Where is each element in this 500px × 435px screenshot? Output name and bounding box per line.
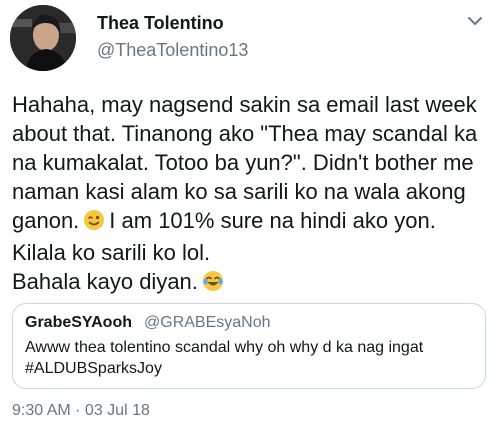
tweet-line-prefix: ganon. [12,208,80,233]
quoted-text: Awww thea tolentino scandal why oh why d… [25,337,423,379]
avatar[interactable] [10,5,76,71]
author-display-name[interactable]: Thea Tolentino [97,13,224,34]
quoted-display-name: GrabeSYAooh [25,314,132,331]
quoted-handle: @GRABEsyaNoh [144,314,271,331]
tweet-line: na kumakalat. Totoo ba yun?". Didn't bot… [12,150,474,175]
tweet-line: about that. Tinanong ako "Thea may scand… [12,121,478,146]
quoted-line: #ALDUBSparksJoy [25,360,162,377]
winking-face-emoji-icon [83,209,105,238]
chevron-down-icon[interactable] [464,10,486,32]
face-with-tears-of-joy-emoji-icon [202,270,224,299]
tweet-line: naman kasi alam ko sa sarili ko na wala … [12,179,466,204]
tweet-text: Hahaha, may nagsend sakin sa email last … [12,90,492,299]
tweet-line: Hahaha, may nagsend sakin sa email last … [12,92,477,117]
quoted-line: Awww thea tolentino scandal why oh why d… [25,339,424,356]
timestamp[interactable]: 9:30 AM · 03 Jul 18 [12,402,150,420]
tweet-line: Bahala kayo diyan. [12,267,492,299]
tweet-line-text: Bahala kayo diyan. [12,269,198,294]
tweet-line: Kilala ko sarili ko lol. [12,240,211,265]
author-handle[interactable]: @TheaTolentino13 [97,40,248,61]
tweet-line-suffix: I am 101% sure na hindi ako yon. [109,208,436,233]
tweet-line: ganon. I am 101% sure na hindi ako yon. [12,206,492,238]
quoted-tweet[interactable]: GrabeSYAooh @GRABEsyaNoh Awww thea tolen… [12,303,486,389]
tweet-card: Thea Tolentino @TheaTolentino13 Hahaha, … [0,0,500,435]
